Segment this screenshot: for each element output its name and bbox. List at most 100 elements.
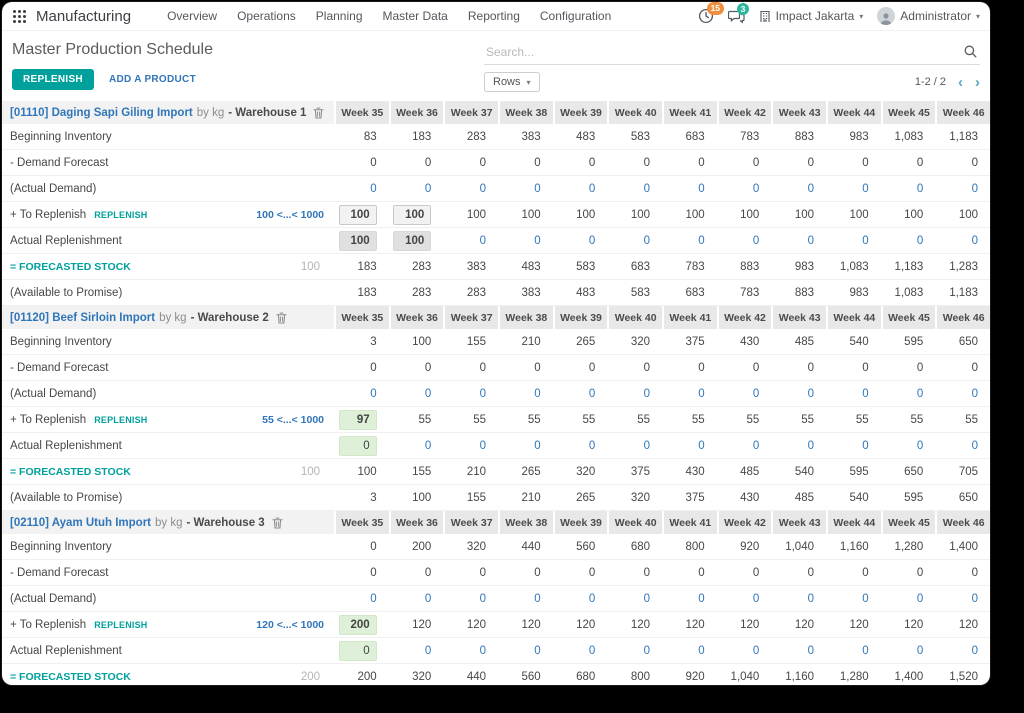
cell-actual_demand[interactable]: 0 [717, 388, 772, 400]
cell-actual_demand[interactable]: 0 [935, 388, 990, 400]
app-name[interactable]: Manufacturing [36, 8, 131, 25]
replenish-link[interactable]: REPLENISH [94, 210, 147, 220]
cell-actual_demand[interactable]: 0 [334, 388, 389, 400]
cell-actual_demand[interactable]: 0 [881, 388, 936, 400]
cell-actual_replenishment[interactable]: 0 [662, 645, 717, 657]
cell-actual_demand[interactable]: 0 [826, 183, 881, 195]
trash-icon[interactable] [276, 312, 287, 324]
activities-button[interactable]: 15 [698, 2, 725, 24]
cell-actual_demand[interactable]: 0 [443, 183, 498, 195]
cell-actual_demand[interactable]: 0 [389, 593, 444, 605]
messages-button[interactable]: 3 [727, 2, 750, 24]
cell-actual_replenishment[interactable]: 0 [607, 235, 662, 247]
cell-actual_demand[interactable]: 0 [771, 388, 826, 400]
trash-icon[interactable] [313, 107, 325, 119]
menu-configuration[interactable]: Configuration [540, 9, 611, 23]
cell-actual_demand[interactable]: 0 [607, 388, 662, 400]
search-input[interactable] [484, 40, 980, 64]
cell-actual_replenishment[interactable]: 0 [443, 440, 498, 452]
user-menu[interactable]: Administrator ▾ [877, 7, 980, 25]
cell-actual_demand[interactable]: 0 [717, 183, 772, 195]
to_replenish-input[interactable]: 100 [338, 204, 377, 225]
cell-actual_replenishment[interactable]: 0 [553, 440, 608, 452]
cell-actual_demand[interactable]: 0 [498, 593, 553, 605]
cell-actual_replenishment[interactable]: 0 [717, 645, 772, 657]
cell-actual_demand[interactable]: 0 [334, 183, 389, 195]
cell-actual_replenishment[interactable]: 0 [771, 645, 826, 657]
menu-overview[interactable]: Overview [167, 9, 217, 23]
cell-actual_demand[interactable]: 0 [935, 593, 990, 605]
actual_replenishment-input[interactable]: 0 [338, 640, 377, 661]
replenish-link[interactable]: REPLENISH [94, 415, 147, 425]
cell-actual_demand[interactable]: 0 [607, 593, 662, 605]
cell-actual_demand[interactable]: 0 [881, 183, 936, 195]
cell-actual_demand[interactable]: 0 [389, 183, 444, 195]
cell-actual_demand[interactable]: 0 [553, 593, 608, 605]
cell-actual_demand[interactable]: 0 [607, 183, 662, 195]
actual_replenishment-input[interactable]: 0 [338, 435, 377, 456]
replenish-link[interactable]: REPLENISH [94, 620, 147, 630]
product-title-link[interactable]: [01120] Beef Sirloin Import [10, 312, 155, 324]
cell-actual_replenishment[interactable]: 0 [935, 645, 990, 657]
company-switcher[interactable]: Impact Jakarta ▾ [759, 9, 863, 23]
product-title-link[interactable]: [02110] Ayam Utuh Import [10, 517, 151, 529]
add-product-button[interactable]: ADD A PRODUCT [109, 74, 196, 85]
menu-operations[interactable]: Operations [237, 9, 296, 23]
to_replenish-input[interactable]: 100 [393, 204, 432, 225]
cell-actual_demand[interactable]: 0 [553, 388, 608, 400]
cell-actual_replenishment[interactable]: 0 [553, 645, 608, 657]
cell-actual_replenishment[interactable]: 0 [498, 645, 553, 657]
pager-next-icon[interactable]: › [975, 75, 980, 90]
cell-actual_replenishment[interactable]: 0 [443, 235, 498, 247]
cell-actual_demand[interactable]: 0 [826, 593, 881, 605]
cell-actual_demand[interactable]: 0 [443, 388, 498, 400]
cell-actual_demand[interactable]: 0 [553, 183, 608, 195]
cell-actual_demand[interactable]: 0 [662, 388, 717, 400]
cell-actual_demand[interactable]: 0 [389, 388, 444, 400]
cell-actual_replenishment[interactable]: 0 [607, 440, 662, 452]
actual_replenishment-input[interactable]: 100 [338, 230, 377, 251]
cell-actual_replenishment[interactable]: 0 [826, 440, 881, 452]
cell-actual_replenishment[interactable]: 0 [935, 440, 990, 452]
cell-actual_replenishment[interactable]: 0 [826, 645, 881, 657]
cell-actual_replenishment[interactable]: 0 [717, 235, 772, 247]
actual_replenishment-input[interactable]: 100 [393, 230, 432, 251]
cell-actual_replenishment[interactable]: 0 [498, 440, 553, 452]
rows-dropdown[interactable]: Rows ▾ [484, 72, 540, 92]
cell-actual_demand[interactable]: 0 [498, 388, 553, 400]
cell-actual_demand[interactable]: 0 [935, 183, 990, 195]
replenish-button[interactable]: REPLENISH [12, 69, 94, 90]
cell-actual_replenishment[interactable]: 0 [389, 440, 444, 452]
cell-actual_replenishment[interactable]: 0 [881, 645, 936, 657]
cell-actual_replenishment[interactable]: 0 [498, 235, 553, 247]
pager-previous-icon[interactable]: ‹ [958, 75, 963, 90]
menu-master-data[interactable]: Master Data [383, 9, 448, 23]
cell-actual_replenishment[interactable]: 0 [662, 235, 717, 247]
replenish-range-link[interactable]: 100 <...< 1000 [256, 209, 334, 221]
cell-actual_replenishment[interactable]: 0 [443, 645, 498, 657]
cell-actual_demand[interactable]: 0 [826, 388, 881, 400]
cell-actual_replenishment[interactable]: 0 [771, 235, 826, 247]
cell-actual_demand[interactable]: 0 [334, 593, 389, 605]
cell-actual_replenishment[interactable]: 0 [826, 235, 881, 247]
product-title-link[interactable]: [01110] Daging Sapi Giling Import [10, 107, 193, 119]
menu-planning[interactable]: Planning [316, 9, 363, 23]
cell-actual_demand[interactable]: 0 [443, 593, 498, 605]
cell-actual_replenishment[interactable]: 0 [389, 645, 444, 657]
cell-actual_demand[interactable]: 0 [662, 183, 717, 195]
cell-actual_replenishment[interactable]: 0 [607, 645, 662, 657]
cell-actual_demand[interactable]: 0 [771, 593, 826, 605]
cell-actual_demand[interactable]: 0 [717, 593, 772, 605]
search-icon[interactable] [964, 45, 977, 63]
trash-icon[interactable] [272, 517, 283, 529]
to_replenish-input[interactable]: 200 [338, 614, 377, 635]
cell-actual_demand[interactable]: 0 [881, 593, 936, 605]
apps-grid-icon[interactable] [12, 9, 27, 24]
cell-actual_demand[interactable]: 0 [771, 183, 826, 195]
cell-actual_replenishment[interactable]: 0 [662, 440, 717, 452]
cell-actual_demand[interactable]: 0 [498, 183, 553, 195]
cell-actual_replenishment[interactable]: 0 [553, 235, 608, 247]
cell-actual_replenishment[interactable]: 0 [935, 235, 990, 247]
replenish-range-link[interactable]: 55 <...< 1000 [262, 414, 334, 426]
cell-actual_demand[interactable]: 0 [662, 593, 717, 605]
